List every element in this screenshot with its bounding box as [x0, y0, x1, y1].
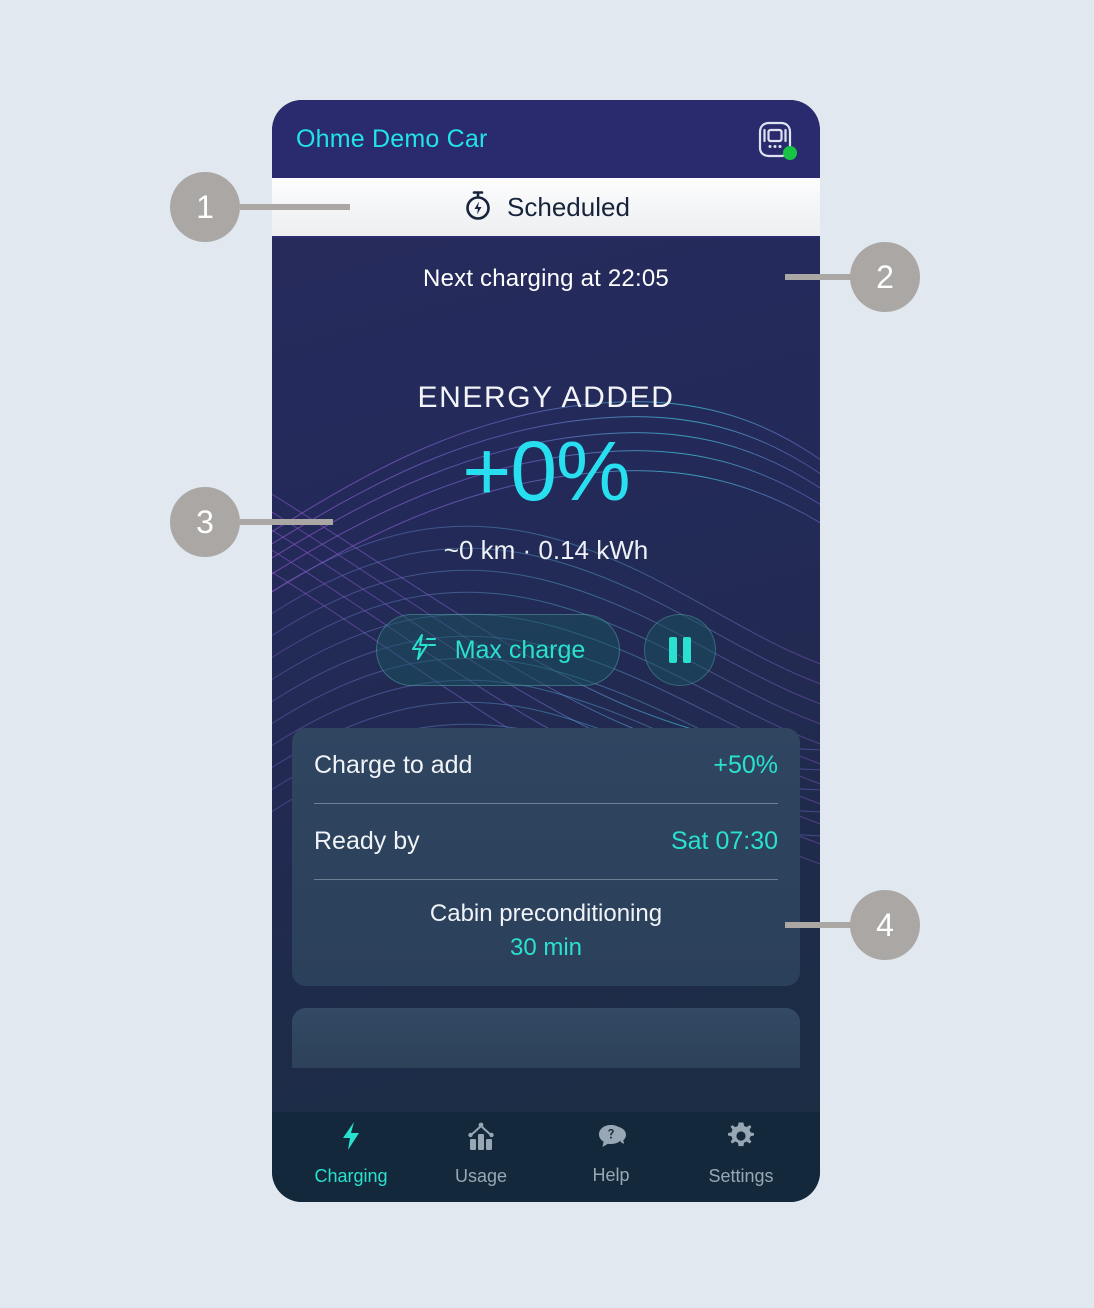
callout-leader-3: [240, 519, 333, 525]
max-charge-button[interactable]: Max charge: [375, 614, 621, 686]
callout-marker-1: 1: [170, 172, 240, 242]
status-badge: Scheduled: [507, 191, 630, 222]
energy-added-detail: ~0 km · 0.14 kWh: [443, 535, 649, 565]
next-charging-text: Next charging at 22:05: [423, 265, 669, 292]
cabin-preconditioning-value: 30 min: [509, 934, 583, 961]
callout-marker-2: 2: [850, 242, 920, 312]
charge-to-add-row[interactable]: Charge to add +50%: [314, 728, 778, 803]
charge-status-bar[interactable]: Scheduled: [272, 178, 820, 238]
question-chat-icon: [595, 1121, 627, 1156]
energy-added-block: ENERGY ADDED +0% ~0 km · 0.14 kWh: [272, 381, 820, 566]
pause-button[interactable]: [644, 614, 717, 686]
energy-added-value: +0%: [462, 424, 630, 518]
max-charge-label: Max charge: [454, 635, 586, 664]
callout-leader-2: [785, 274, 853, 280]
nav-label-settings: Settings: [708, 1165, 774, 1186]
bar-chart-icon: [465, 1120, 497, 1157]
gear-icon: [725, 1120, 757, 1157]
phone-screen: Ohme Demo Car Scheduled Next charging at…: [272, 100, 820, 1202]
nav-item-settings[interactable]: Settings: [687, 1120, 795, 1187]
action-buttons: Max charge: [272, 614, 820, 686]
ready-by-row[interactable]: Ready by Sat 07:30: [314, 804, 778, 879]
nav-item-charging[interactable]: Charging: [297, 1120, 405, 1187]
callout-marker-4: 4: [850, 890, 920, 960]
charge-settings-card: Charge to add +50% Ready by Sat 07:30 Ca…: [292, 728, 800, 986]
nav-item-help[interactable]: Help: [557, 1121, 665, 1186]
next-card-peek[interactable]: [292, 1008, 800, 1068]
charge-to-add-label: Charge to add: [314, 751, 473, 779]
charge-to-add-value: +50%: [713, 751, 778, 779]
nav-label-charging: Charging: [314, 1165, 388, 1186]
stopwatch-icon: [462, 189, 494, 226]
energy-added-label: ENERGY ADDED: [417, 381, 675, 414]
cabin-preconditioning-row[interactable]: Cabin preconditioning 30 min: [314, 880, 778, 986]
nav-label-help: Help: [592, 1164, 630, 1185]
pause-icon-bar2: [683, 637, 692, 663]
callout-leader-1: [240, 204, 350, 210]
pause-icon: [669, 637, 678, 663]
charger-station-icon[interactable]: [752, 116, 798, 162]
charging-panel: Next charging at 22:05 ENERGY ADDED +0% …: [272, 238, 820, 1114]
status-dot: [783, 146, 797, 160]
lightning-bolt-speed-icon: [405, 630, 439, 671]
bottom-navigation: Charging Usage Help Settings: [272, 1112, 820, 1202]
callout-leader-4: [785, 922, 853, 928]
app-header: Ohme Demo Car: [272, 100, 820, 178]
ready-by-value: Sat 07:30: [670, 827, 778, 855]
nav-item-usage[interactable]: Usage: [427, 1120, 535, 1187]
page-title: Ohme Demo Car: [296, 124, 488, 153]
callout-marker-3: 3: [170, 487, 240, 557]
ready-by-label: Ready by: [314, 827, 420, 855]
cabin-preconditioning-label: Cabin preconditioning: [429, 900, 663, 927]
lightning-bolt-icon: [336, 1120, 366, 1157]
nav-label-usage: Usage: [454, 1165, 508, 1186]
